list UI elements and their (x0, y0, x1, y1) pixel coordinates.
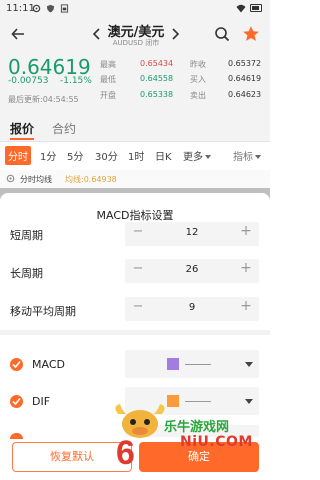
sheet-title: MACD指标设置 (96, 209, 174, 222)
dif-line-label: DIF (32, 395, 51, 408)
watermark-domain: NiU.COM (180, 434, 253, 450)
period-timeshare[interactable]: 分时 (5, 146, 31, 165)
signal-period-stepper: − 9 + (125, 297, 259, 321)
shield-icon (46, 4, 55, 13)
settings-icon[interactable] (6, 174, 15, 183)
price-change: -0.00753 -1.15% (8, 76, 92, 86)
high-value: 0.65434 (140, 59, 174, 68)
status-time: 11:11 (6, 3, 35, 14)
check-icon (12, 397, 21, 406)
quote-panel: 0.64619 -0.00753 -1.15% 最后更新:04:54:55 最高… (0, 50, 270, 112)
battery-icon (250, 4, 262, 12)
tab-quote[interactable]: 报价 (10, 120, 34, 137)
change-value: -0.00753 (8, 76, 49, 86)
decrement-button[interactable]: − (131, 261, 145, 276)
watermark-brand: 乐牛游戏网 (164, 420, 230, 435)
favorite-star-icon[interactable] (242, 25, 260, 43)
increment-button[interactable]: + (239, 260, 253, 276)
line-style-preview (185, 364, 211, 365)
open-label: 开盘 (100, 91, 116, 100)
open-value: 0.65338 (140, 90, 174, 99)
tab-active-indicator (10, 138, 34, 140)
short-period-label: 短周期 (10, 229, 43, 242)
bid-value: 0.64619 (228, 74, 262, 83)
quote-tabs: 报价 合约 (0, 112, 270, 142)
sim-icon (60, 4, 69, 13)
period-1hour[interactable]: 1时 (128, 148, 144, 163)
short-period-stepper: − 12 + (125, 222, 259, 246)
period-1min[interactable]: 1分 (40, 148, 56, 163)
color-swatch (167, 358, 179, 370)
low-label: 最低 (100, 75, 116, 84)
macd-checkbox[interactable] (10, 358, 23, 371)
status-bar: 11:11 (0, 0, 270, 18)
last-updated: 最后更新:04:54:55 (8, 95, 79, 104)
section-divider (0, 330, 270, 335)
ask-label: 卖出 (190, 91, 206, 100)
decrement-button[interactable]: − (131, 224, 145, 239)
ask-value: 0.64623 (228, 90, 262, 99)
chevron-left-icon[interactable] (92, 28, 102, 40)
indicator-menu[interactable]: 指标 (233, 148, 261, 163)
prev-close-label: 昨收 (190, 60, 206, 69)
prev-close-value: 0.65372 (228, 59, 262, 68)
settings-icon (32, 4, 41, 13)
high-label: 最高 (100, 60, 116, 69)
long-period-value[interactable]: 26 (155, 264, 229, 275)
change-percent: -1.15% (60, 76, 92, 86)
period-more[interactable]: 更多 (183, 148, 211, 163)
decrement-button[interactable]: − (131, 299, 145, 314)
dif-checkbox[interactable] (10, 395, 23, 408)
third-line-checkbox[interactable] (10, 433, 23, 439)
increment-button[interactable]: + (239, 223, 253, 239)
ma-info-row: 分时均线 均线:0.64938 (0, 170, 270, 188)
long-period-label: 长周期 (10, 267, 43, 280)
bull-mascot-logo: 6 (115, 404, 165, 468)
chevron-down-icon (205, 155, 211, 159)
increment-button[interactable]: + (239, 298, 253, 314)
period-selector: 分时 1分 5分 30分 1时 日K 更多 指标 (0, 142, 270, 170)
bid-label: 买入 (190, 75, 206, 84)
page-subtitle: AUDUSD 闭市 (112, 39, 160, 47)
tab-contract[interactable]: 合约 (52, 120, 76, 137)
period-5min[interactable]: 5分 (67, 148, 83, 163)
macd-line-label: MACD (32, 358, 65, 371)
long-period-stepper: − 26 + (125, 259, 259, 283)
period-30min[interactable]: 30分 (95, 148, 118, 163)
macd-color-select[interactable] (125, 350, 259, 378)
top-bar: 澳元/美元 AUDUSD 闭市 (0, 18, 270, 50)
signal-period-label: 移动平均周期 (10, 305, 76, 318)
dropdown-caret-icon (245, 362, 253, 367)
check-icon (12, 360, 21, 369)
search-icon[interactable] (214, 26, 230, 42)
low-value: 0.64558 (140, 74, 174, 83)
period-more-label: 更多 (183, 152, 203, 163)
wifi-icon (236, 4, 246, 13)
period-daily[interactable]: 日K (155, 148, 172, 163)
ma-label: 分时均线 (20, 175, 52, 184)
short-period-value[interactable]: 12 (155, 227, 229, 238)
ma-value: 均线:0.64938 (65, 175, 117, 184)
watermark: 6 乐牛游戏网 NiU.COM (110, 402, 270, 468)
chevron-right-icon[interactable] (170, 28, 180, 40)
back-arrow-icon[interactable] (10, 26, 26, 42)
signal-period-value[interactable]: 9 (155, 302, 229, 313)
svg-text:6: 6 (116, 434, 135, 468)
chevron-down-icon (255, 155, 261, 159)
indicator-label: 指标 (233, 152, 253, 163)
